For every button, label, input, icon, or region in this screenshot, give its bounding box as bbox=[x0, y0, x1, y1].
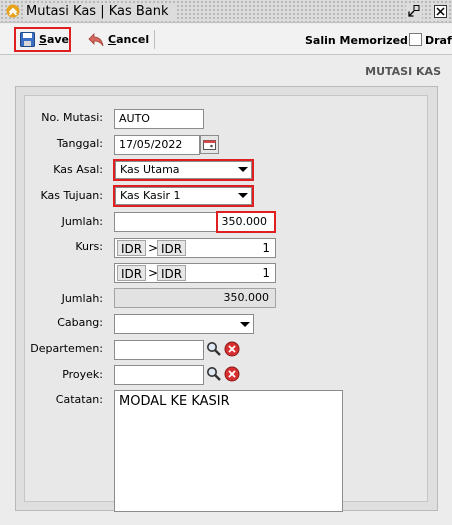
close-window-button[interactable] bbox=[432, 3, 448, 19]
kas-asal-select[interactable]: Kas Utama bbox=[115, 161, 252, 179]
kurs-row-2[interactable]: IDR > IDR 1 bbox=[114, 263, 276, 283]
tanggal-input[interactable]: 17/05/2022 bbox=[114, 135, 200, 155]
undo-arrow-icon bbox=[88, 32, 104, 46]
cabang-select[interactable] bbox=[114, 314, 254, 334]
jumlah-converted-label: Jumlah: bbox=[61, 292, 103, 305]
catatan-textarea[interactable]: MODAL KE KASIR bbox=[114, 390, 343, 512]
departemen-clear-button[interactable] bbox=[223, 340, 241, 358]
kurs-label: Kurs: bbox=[75, 240, 103, 253]
toolbar: Save Cancel Salin Memorized Draft bbox=[0, 24, 452, 55]
search-icon bbox=[207, 367, 221, 381]
kurs-to-currency: IDR bbox=[157, 265, 187, 281]
kurs-rate[interactable]: 1 bbox=[262, 240, 270, 256]
catatan-label: Catatan: bbox=[55, 393, 103, 406]
salin-memorized-button[interactable]: Salin Memorized bbox=[305, 34, 408, 47]
departemen-input[interactable] bbox=[114, 340, 204, 360]
clear-icon bbox=[224, 366, 240, 382]
jumlah-converted-value: 350.000 bbox=[114, 288, 276, 308]
clear-icon bbox=[224, 341, 240, 357]
undock-button[interactable] bbox=[406, 3, 422, 19]
kurs-from-currency: IDR bbox=[117, 240, 147, 256]
departemen-label: Departemen: bbox=[30, 342, 103, 355]
proyek-clear-button[interactable] bbox=[223, 365, 241, 383]
save-button[interactable]: Save bbox=[14, 27, 71, 52]
save-label: Save bbox=[39, 33, 69, 46]
kas-tujuan-value: Kas Kasir 1 bbox=[120, 189, 181, 202]
cancel-label: Cancel bbox=[108, 33, 150, 46]
no-mutasi-label: No. Mutasi: bbox=[41, 111, 103, 124]
jumlah-highlight bbox=[216, 211, 276, 233]
kurs-from-currency: IDR bbox=[117, 265, 147, 281]
cabang-label: Cabang: bbox=[57, 316, 103, 329]
kas-tujuan-label: Kas Tujuan: bbox=[40, 189, 103, 202]
proyek-input[interactable] bbox=[114, 365, 204, 385]
kurs-row-1[interactable]: IDR > IDR 1 bbox=[114, 238, 276, 258]
chevron-down-icon bbox=[238, 167, 248, 172]
proyek-search-button[interactable] bbox=[205, 365, 223, 383]
no-mutasi-input[interactable]: AUTO bbox=[114, 109, 204, 129]
close-icon bbox=[433, 4, 447, 18]
chevron-down-icon bbox=[238, 193, 248, 198]
app-chevron-icon bbox=[6, 4, 20, 18]
kas-asal-label: Kas Asal: bbox=[53, 163, 103, 176]
undock-icon bbox=[408, 5, 420, 17]
kas-tujuan-select[interactable]: Kas Kasir 1 bbox=[115, 187, 252, 205]
draft-checkbox[interactable] bbox=[409, 33, 422, 46]
jumlah-label: Jumlah: bbox=[61, 215, 103, 228]
kas-asal-value: Kas Utama bbox=[120, 163, 180, 176]
toolbar-divider bbox=[154, 30, 155, 49]
chevron-down-icon bbox=[240, 322, 250, 327]
proyek-label: Proyek: bbox=[62, 368, 103, 381]
draft-label: Draft bbox=[425, 34, 452, 47]
title-bar: Mutasi Kas | Kas Bank bbox=[0, 0, 452, 23]
search-icon bbox=[207, 342, 221, 356]
calendar-icon bbox=[203, 140, 216, 150]
kurs-to-currency: IDR bbox=[157, 240, 187, 256]
date-picker-button[interactable] bbox=[200, 135, 219, 154]
departemen-search-button[interactable] bbox=[205, 340, 223, 358]
kurs-rate[interactable]: 1 bbox=[262, 265, 270, 281]
window-title: Mutasi Kas | Kas Bank bbox=[23, 3, 175, 20]
tanggal-label: Tanggal: bbox=[56, 137, 103, 150]
section-title: MUTASI KAS bbox=[365, 65, 441, 78]
cancel-button[interactable]: Cancel bbox=[86, 27, 149, 52]
floppy-disk-icon bbox=[20, 32, 35, 47]
